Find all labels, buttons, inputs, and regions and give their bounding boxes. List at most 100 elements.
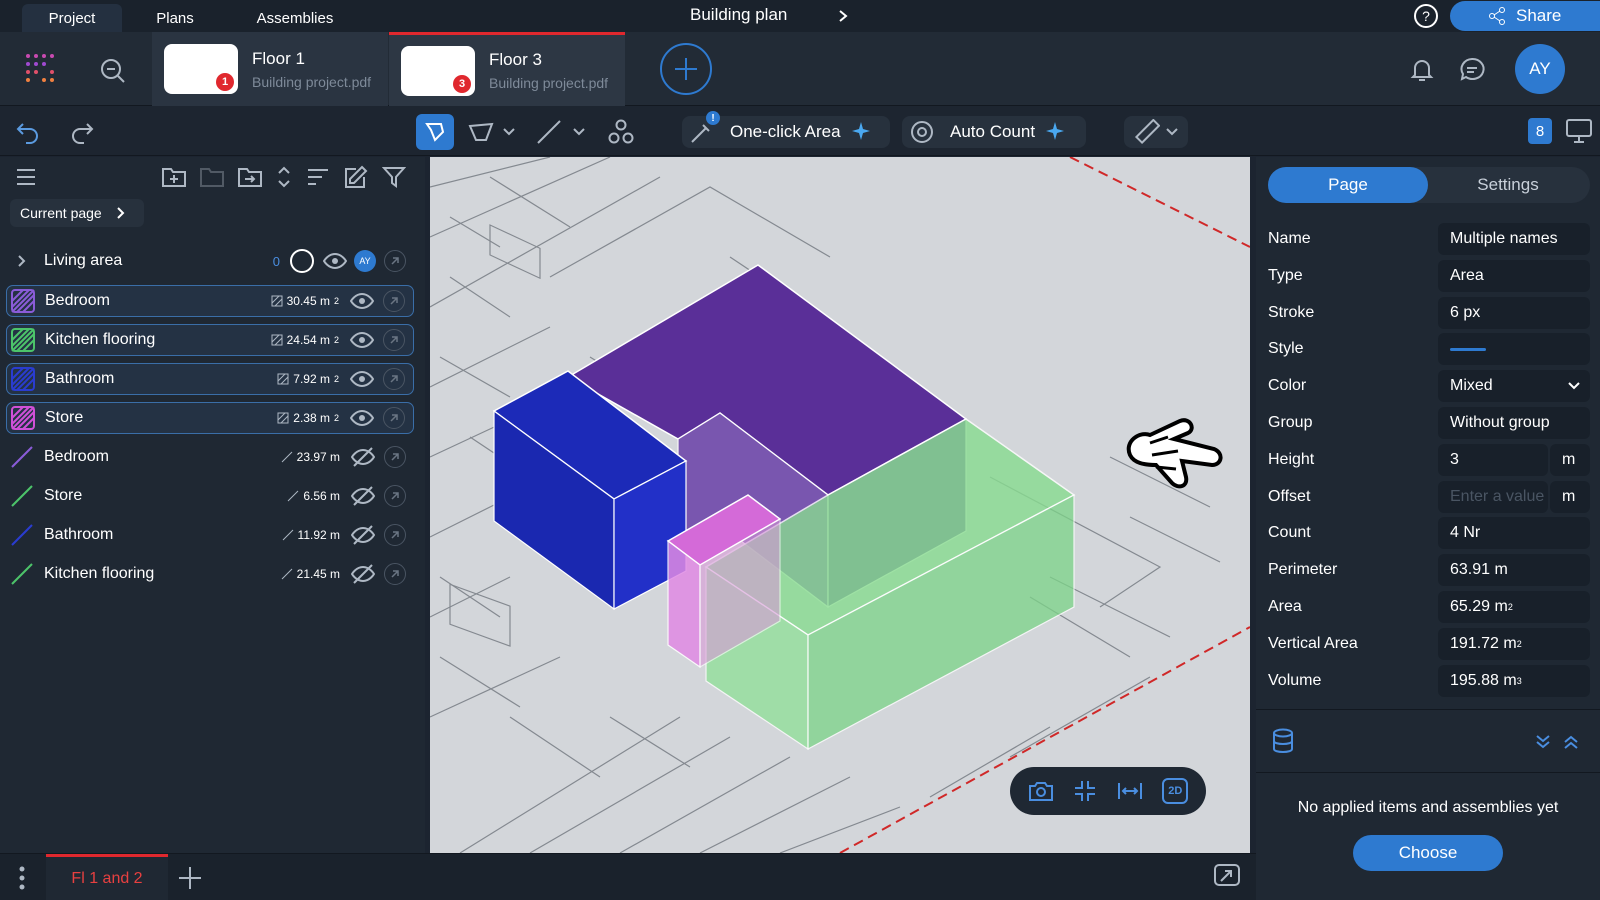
open-arrow-icon[interactable] bbox=[383, 407, 405, 429]
undo-icon[interactable] bbox=[12, 116, 44, 148]
funnel-icon[interactable] bbox=[380, 163, 408, 191]
edit-icon[interactable] bbox=[342, 163, 370, 191]
item-row[interactable]: Kitchen flooring 24.54 m2 bbox=[6, 324, 414, 356]
group-field[interactable]: Without group bbox=[1438, 407, 1590, 439]
item-label: Kitchen flooring bbox=[45, 331, 156, 348]
count-tool-icon[interactable] bbox=[604, 116, 638, 148]
area-tool-icon[interactable] bbox=[464, 116, 498, 148]
add-folder-icon[interactable] bbox=[160, 163, 188, 191]
share-icon bbox=[1488, 7, 1506, 25]
offset-input[interactable] bbox=[1450, 487, 1546, 506]
eye-icon[interactable] bbox=[322, 253, 348, 269]
line-tool-icon[interactable] bbox=[532, 116, 566, 148]
tab-settings[interactable]: Settings bbox=[1428, 167, 1588, 203]
count-badge[interactable]: 8 bbox=[1528, 118, 1552, 144]
more-vertical-icon[interactable] bbox=[10, 864, 34, 892]
item-row[interactable]: Store 2.38 m2 bbox=[6, 402, 414, 434]
item-row[interactable]: Bathroom 7.92 m2 bbox=[6, 363, 414, 395]
tab-page[interactable]: Page bbox=[1268, 167, 1428, 203]
notification-bell-icon[interactable] bbox=[1406, 54, 1438, 86]
drawing-canvas[interactable]: 2D bbox=[430, 157, 1250, 853]
item-row[interactable]: Bedroom 30.45 m2 bbox=[6, 285, 414, 317]
type-field[interactable]: Area bbox=[1438, 259, 1590, 292]
name-field[interactable]: Multiple names bbox=[1438, 223, 1590, 255]
move-to-folder-icon[interactable] bbox=[236, 163, 264, 191]
height-field[interactable]: 3 bbox=[1438, 443, 1548, 476]
vertical-area-field: 191.72 m2 bbox=[1438, 627, 1590, 660]
auto-count-icon bbox=[902, 119, 942, 145]
open-arrow-icon[interactable] bbox=[384, 563, 406, 585]
view-mode-2d-button[interactable]: 2D bbox=[1162, 778, 1189, 804]
open-arrow-icon[interactable] bbox=[383, 368, 405, 390]
stroke-field[interactable]: 6 px bbox=[1438, 296, 1590, 329]
eye-off-icon[interactable] bbox=[350, 564, 376, 584]
file-tab-floor-3[interactable]: 3 Floor 3 Building project.pdf bbox=[389, 32, 625, 106]
avatar[interactable]: AY bbox=[1515, 44, 1565, 94]
eye-icon[interactable] bbox=[349, 371, 375, 387]
comment-icon[interactable] bbox=[1212, 862, 1242, 892]
magic-wand-icon: ! bbox=[682, 111, 722, 145]
open-arrow-icon[interactable] bbox=[384, 524, 406, 546]
tab-assemblies[interactable]: Assemblies bbox=[240, 4, 350, 32]
eye-icon[interactable] bbox=[349, 332, 375, 348]
eye-off-icon[interactable] bbox=[350, 525, 376, 545]
item-value-unit-power: 2 bbox=[333, 335, 339, 345]
chevron-down-icon[interactable] bbox=[500, 120, 518, 144]
collapse-up-icon[interactable] bbox=[1560, 731, 1582, 753]
select-tool-button[interactable] bbox=[416, 114, 454, 150]
eye-off-icon[interactable] bbox=[350, 447, 376, 467]
open-arrow-icon[interactable] bbox=[383, 290, 405, 312]
choose-button[interactable]: Choose bbox=[1353, 835, 1503, 871]
eye-off-icon[interactable] bbox=[350, 486, 376, 506]
chevron-right-icon[interactable] bbox=[832, 5, 854, 27]
eye-icon[interactable] bbox=[349, 410, 375, 426]
item-value: 23.97 m bbox=[281, 450, 340, 464]
tab-plans[interactable]: Plans bbox=[135, 4, 215, 32]
one-click-area-button[interactable]: ! One-click Area bbox=[682, 111, 890, 148]
style-field[interactable] bbox=[1438, 333, 1590, 366]
item-row[interactable]: Bathroom 11.92 m bbox=[6, 519, 414, 551]
filter-lines-icon[interactable] bbox=[304, 163, 332, 191]
chevron-right-icon[interactable] bbox=[10, 254, 34, 268]
collapse-icon[interactable] bbox=[1073, 779, 1097, 803]
chat-icon[interactable] bbox=[1456, 54, 1488, 86]
item-value: 21.45 m bbox=[281, 567, 340, 581]
divider bbox=[1256, 709, 1600, 710]
expand-down-icon[interactable] bbox=[1532, 731, 1554, 753]
item-row[interactable]: Kitchen flooring 21.45 m bbox=[6, 558, 414, 590]
open-arrow-icon[interactable] bbox=[384, 250, 406, 272]
item-row[interactable]: Store 6.56 m bbox=[6, 480, 414, 512]
hamburger-icon[interactable] bbox=[12, 163, 40, 191]
search-icon[interactable] bbox=[96, 54, 130, 88]
item-row[interactable]: Bedroom 23.97 m bbox=[6, 441, 414, 473]
chevron-down-icon[interactable] bbox=[570, 120, 588, 144]
open-arrow-icon[interactable] bbox=[384, 485, 406, 507]
current-page-selector[interactable]: Current page bbox=[10, 199, 144, 227]
add-page-icon[interactable] bbox=[176, 864, 204, 892]
color-select[interactable]: Mixed bbox=[1438, 370, 1590, 403]
group-row-living-area[interactable]: Living area 0 AY bbox=[6, 245, 414, 277]
auto-count-button[interactable]: Auto Count bbox=[902, 116, 1086, 148]
offset-field[interactable] bbox=[1438, 480, 1548, 513]
redo-icon[interactable] bbox=[66, 116, 98, 148]
measure-tool-button[interactable] bbox=[1124, 116, 1188, 148]
add-file-button[interactable] bbox=[660, 43, 712, 95]
open-arrow-icon[interactable] bbox=[383, 329, 405, 351]
share-button[interactable]: Share bbox=[1450, 1, 1600, 31]
open-arrow-icon[interactable] bbox=[384, 446, 406, 468]
item-value: 11.92 m bbox=[282, 528, 340, 542]
duplicate-icon[interactable] bbox=[198, 163, 226, 191]
file-tab-floor-1[interactable]: 1 Floor 1 Building project.pdf bbox=[152, 32, 388, 106]
perimeter-field: 63.91 m bbox=[1438, 554, 1590, 587]
help-icon[interactable]: ? bbox=[1412, 2, 1440, 30]
page-tab[interactable]: Fl 1 and 2 bbox=[46, 854, 168, 900]
group-color-circle[interactable] bbox=[290, 249, 314, 273]
eye-icon[interactable] bbox=[349, 293, 375, 309]
monitor-icon[interactable] bbox=[1564, 116, 1594, 146]
camera-icon[interactable] bbox=[1028, 780, 1054, 802]
tab-project[interactable]: Project bbox=[22, 4, 122, 32]
item-label: Bathroom bbox=[45, 370, 115, 387]
fit-width-icon[interactable] bbox=[1117, 781, 1143, 801]
sort-icon[interactable] bbox=[274, 163, 294, 191]
app-menu-icon[interactable] bbox=[22, 50, 62, 90]
